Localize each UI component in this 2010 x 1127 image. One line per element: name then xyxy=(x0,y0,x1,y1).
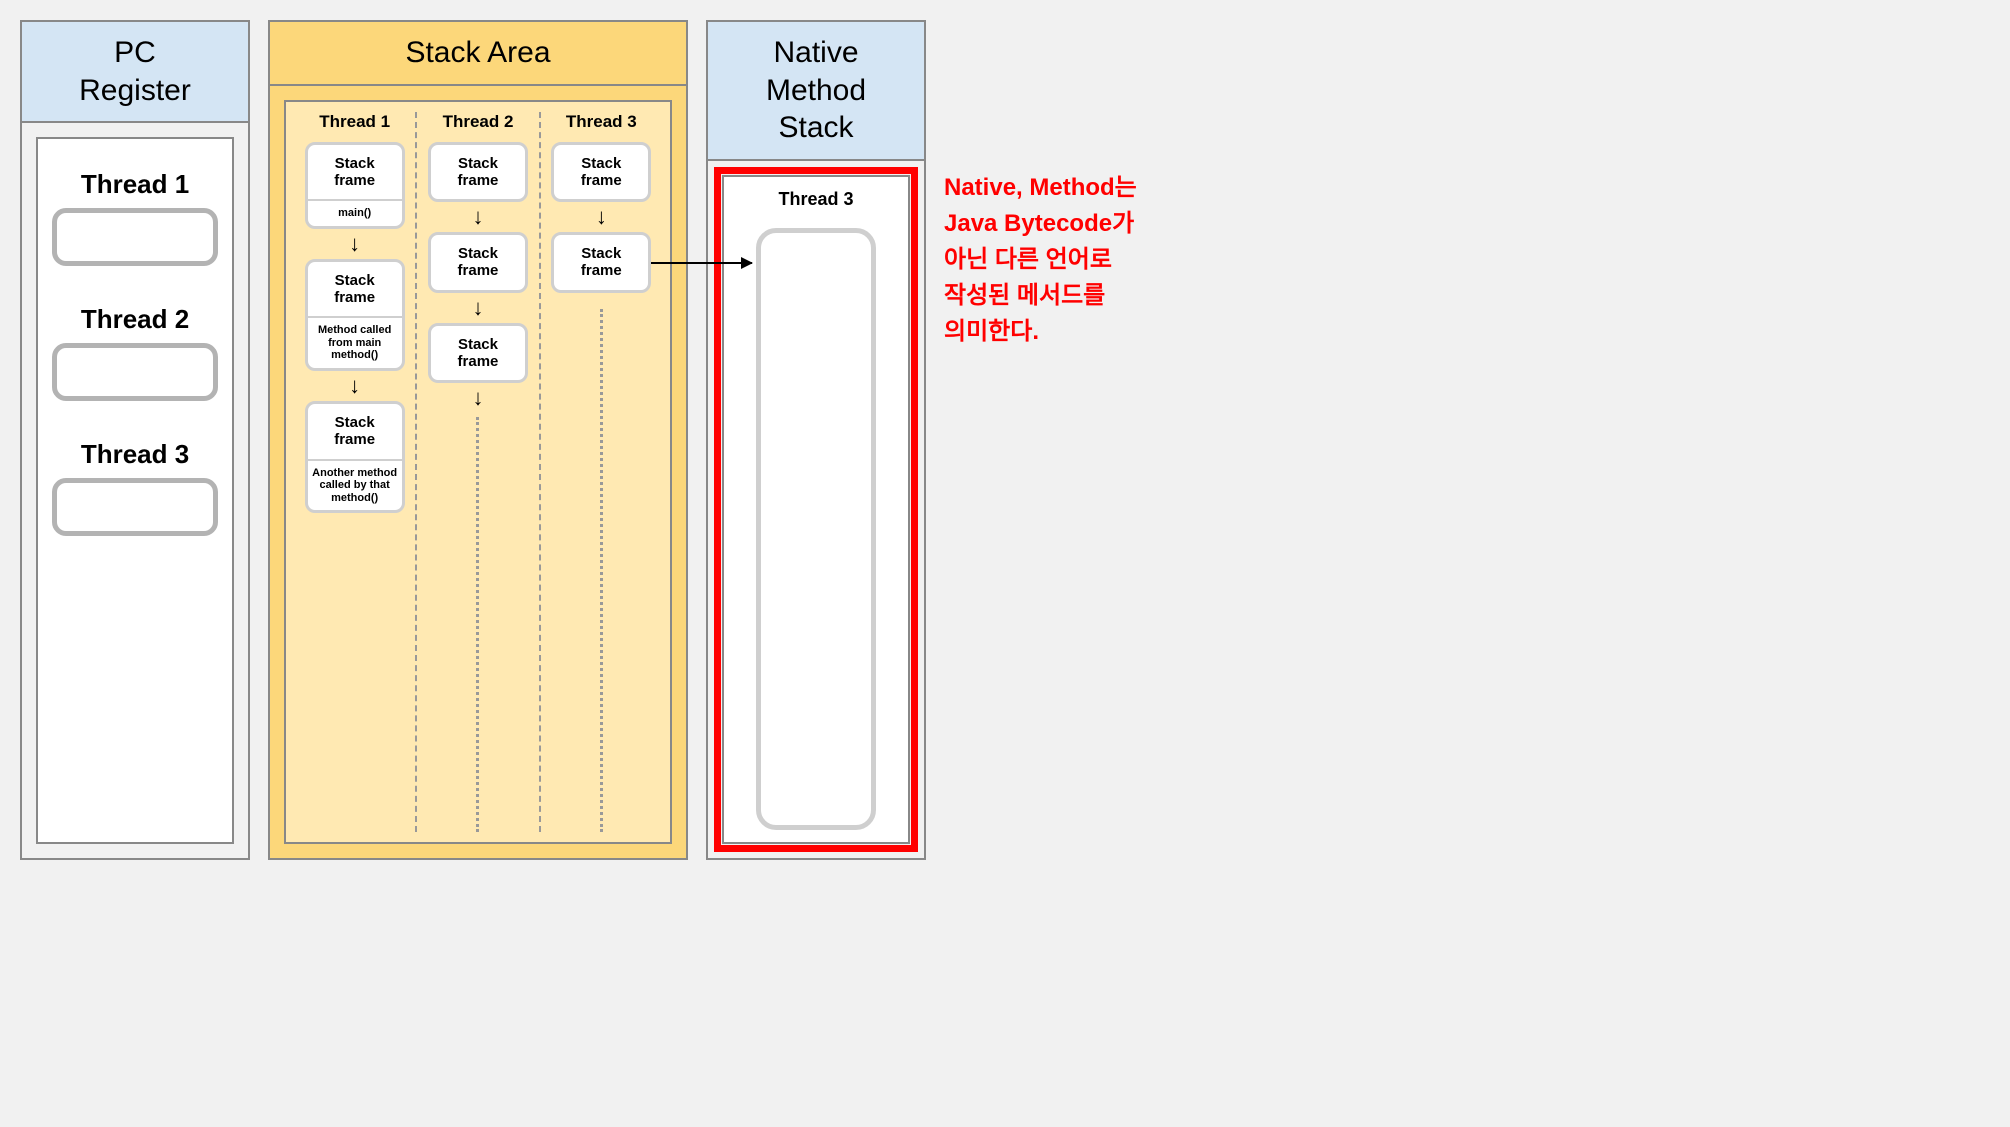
stack-area-outer: Thread 1 Stack frame main() ↓ Stack fram… xyxy=(270,86,686,859)
pc-thread-2: Thread 2 xyxy=(52,304,218,401)
stack-col-3-label: Thread 3 xyxy=(566,112,637,132)
connector-arrow xyxy=(651,262,752,264)
stack-frame-main: Stack frame xyxy=(431,235,525,290)
pc-thread-1-label: Thread 1 xyxy=(52,169,218,200)
continuation-dots xyxy=(476,417,479,832)
pc-thread-2-slot xyxy=(52,343,218,401)
stack-frame-main: Stack frame xyxy=(431,145,525,200)
stack-frame: Stack frame Method called from main meth… xyxy=(305,259,405,371)
pc-register-body: Thread 1 Thread 2 Thread 3 xyxy=(36,137,234,844)
stack-frame-main: Stack frame xyxy=(308,145,402,200)
arrow-down-icon: ↓ xyxy=(349,233,360,255)
stack-frame-main: Stack frame xyxy=(554,145,648,200)
stack-frame: Stack frame xyxy=(428,142,528,203)
pc-thread-3-slot xyxy=(52,478,218,536)
stack-frame: Stack frame main() xyxy=(305,142,405,229)
stack-frame-main: Stack frame xyxy=(308,262,402,317)
native-thread-label: Thread 3 xyxy=(778,189,853,210)
stack-area-panel: Stack Area Thread 1 Stack frame main() ↓… xyxy=(268,20,688,860)
native-slot xyxy=(756,228,876,831)
stack-col-thread-2: Thread 2 Stack frame ↓ Stack frame ↓ Sta… xyxy=(415,112,538,833)
stack-frame: Stack frame xyxy=(428,323,528,384)
stack-frame-main: Stack frame xyxy=(554,235,648,290)
stack-frame-sub: Method called from main method() xyxy=(308,316,402,368)
stack-col-thread-3: Thread 3 Stack frame ↓ Stack frame xyxy=(539,112,662,833)
pc-thread-3-label: Thread 3 xyxy=(52,439,218,470)
stack-frame: Stack frame xyxy=(428,232,528,293)
native-method-stack-title: Native Method Stack xyxy=(708,22,924,161)
stack-frame-main: Stack frame xyxy=(431,326,525,381)
stack-frame: Stack frame Another method called by tha… xyxy=(305,401,405,513)
pc-thread-3: Thread 3 xyxy=(52,439,218,536)
arrow-down-icon: ↓ xyxy=(349,375,360,397)
arrow-down-icon: ↓ xyxy=(472,387,483,409)
continuation-dots xyxy=(600,309,603,833)
stack-area-inner: Thread 1 Stack frame main() ↓ Stack fram… xyxy=(284,100,672,845)
stack-col-2-label: Thread 2 xyxy=(443,112,514,132)
native-method-stack-panel: Native Method Stack Thread 3 xyxy=(706,20,926,860)
stack-frame: Stack frame xyxy=(551,142,651,203)
stack-col-1-label: Thread 1 xyxy=(319,112,390,132)
pc-thread-1: Thread 1 xyxy=(52,169,218,266)
arrow-down-icon: ↓ xyxy=(472,297,483,319)
stack-area-title: Stack Area xyxy=(270,22,686,86)
arrow-down-icon: ↓ xyxy=(596,206,607,228)
native-body: Thread 3 xyxy=(722,175,910,845)
stack-col-thread-1: Thread 1 Stack frame main() ↓ Stack fram… xyxy=(294,112,415,833)
jvm-memory-diagram: PC Register Thread 1 Thread 2 Thread 3 S… xyxy=(20,20,926,860)
pc-thread-1-slot xyxy=(52,208,218,266)
pc-register-panel: PC Register Thread 1 Thread 2 Thread 3 xyxy=(20,20,250,860)
stack-frame-main: Stack frame xyxy=(308,404,402,459)
pc-register-title: PC Register xyxy=(22,22,248,123)
stack-frame-connector-source: Stack frame xyxy=(551,232,651,293)
pc-thread-2-label: Thread 2 xyxy=(52,304,218,335)
annotation-text: Native, Method는 Java Bytecode가 아닌 다른 언어로… xyxy=(944,170,1184,350)
arrow-down-icon: ↓ xyxy=(472,206,483,228)
stack-frame-sub: Another method called by that method() xyxy=(308,459,402,511)
stack-frame-sub: main() xyxy=(308,199,402,226)
